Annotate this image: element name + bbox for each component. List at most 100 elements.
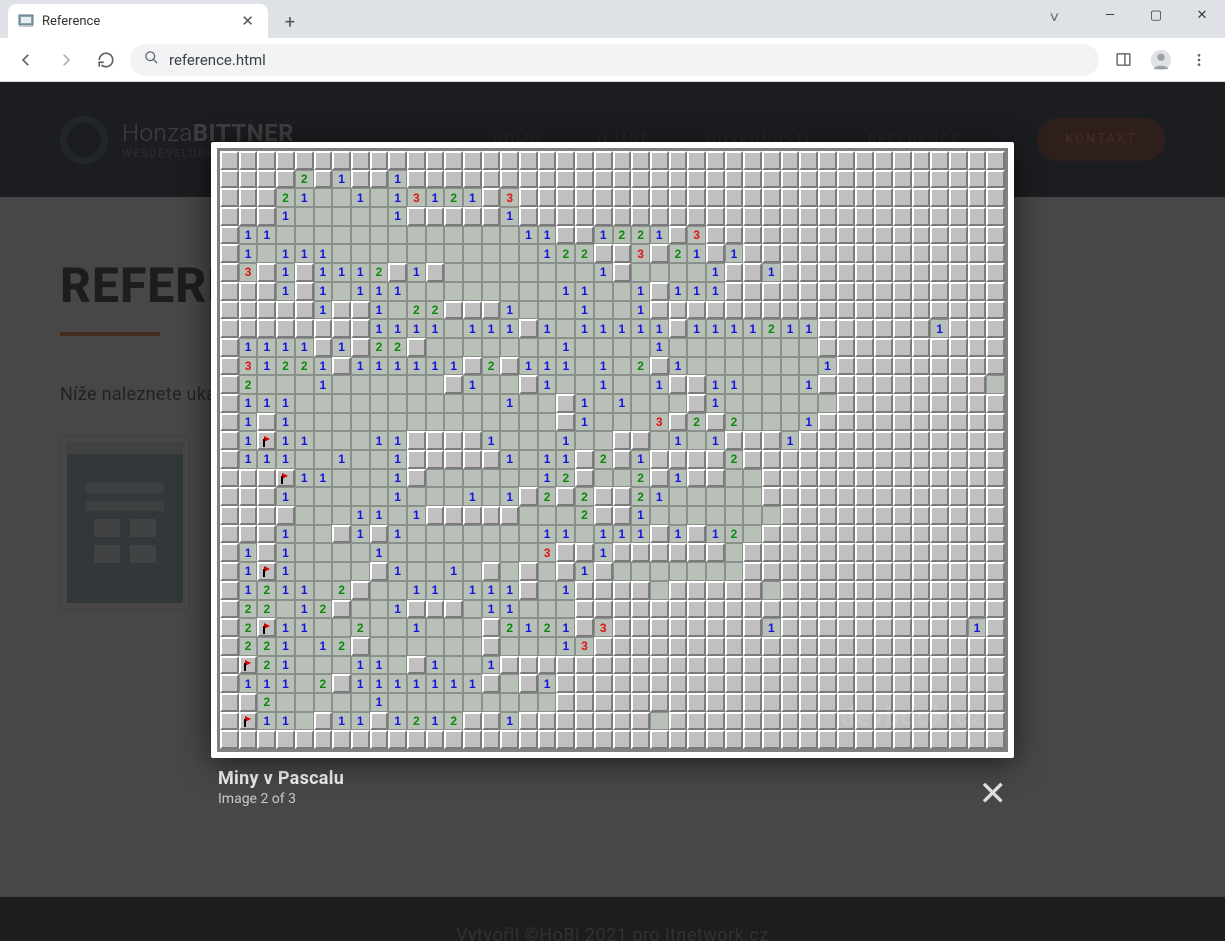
mine-cell [351,637,370,656]
mine-cell [781,450,800,469]
mine-cell: 1 [388,469,407,488]
mine-cell [968,170,987,189]
mine-cell [594,188,613,207]
mine-cell [799,188,818,207]
mine-cell [407,637,426,656]
tab-favicon-icon [18,13,34,29]
mine-cell [426,375,445,394]
mine-cell [220,562,239,581]
mine-cell [855,562,874,581]
mine-cell: 2 [426,301,445,320]
browser-tab[interactable]: Reference ✕ [8,4,268,38]
mine-cell [370,413,389,432]
mine-cell: 1 [370,282,389,301]
mine-cell: 2 [257,656,276,675]
mine-cell [837,618,856,637]
mine-cell [444,543,463,562]
mine-cell: 1 [351,674,370,693]
mine-cell [743,637,762,656]
mine-cell [556,170,575,189]
mine-cell: 2 [276,188,295,207]
mine-cell [855,170,874,189]
mine-cell [725,301,744,320]
mine-cell [762,170,781,189]
mine-cell [818,656,837,675]
mine-cell: 1 [332,450,351,469]
lightbox-overlay[interactable]: 2112111312131111111122131111122321131111… [0,82,1225,941]
mine-cell [855,656,874,675]
mine-cell [500,562,519,581]
mine-cell [444,581,463,600]
mine-cell [930,600,949,619]
mine-cell [855,618,874,637]
mine-cell [220,207,239,226]
reload-button[interactable] [90,44,122,76]
mine-cell [332,562,351,581]
mine-cell [669,487,688,506]
mine-cell [314,151,333,170]
mine-cell: 1 [556,282,575,301]
profile-icon[interactable] [1145,44,1177,76]
mine-cell [912,506,931,525]
panel-icon[interactable] [1107,44,1139,76]
mine-cell [799,431,818,450]
mine-cell [781,282,800,301]
mine-cell [332,226,351,245]
mine-cell [500,357,519,376]
tab-close-button[interactable]: ✕ [237,12,258,30]
mine-cell: 1 [650,226,669,245]
mine-cell [314,226,333,245]
mine-cell [912,618,931,637]
back-button[interactable] [10,44,42,76]
browser-window: Reference ✕ + ˅ — ▢ ✕ reference.html H [0,0,1225,941]
menu-icon[interactable] [1183,44,1215,76]
mine-cell [855,282,874,301]
mine-cell: 1 [669,525,688,544]
mine-cell [968,151,987,170]
mine-cell [912,207,931,226]
mine-cell [463,226,482,245]
mine-cell [706,674,725,693]
mine-cell [631,543,650,562]
mine-cell: 1 [556,581,575,600]
mine-cell: 1 [575,301,594,320]
close-window-button[interactable]: ✕ [1179,0,1225,30]
mine-cell [444,375,463,394]
forward-button[interactable] [50,44,82,76]
lightbox-close-button[interactable]: ✕ [979,774,1008,814]
tabs-dropdown-icon[interactable]: ˅ [1050,8,1059,28]
mine-cell [949,543,968,562]
mine-cell [874,543,893,562]
mine-cell [762,375,781,394]
mine-cell [444,394,463,413]
mine-cell [332,375,351,394]
mine-cell [855,357,874,376]
mine-cell [556,226,575,245]
mine-cell [725,394,744,413]
address-bar[interactable]: reference.html [130,44,1099,76]
mine-cell [239,469,258,488]
mine-cell [949,581,968,600]
mine-cell [519,394,538,413]
mine-cell [874,730,893,749]
mine-cell: 1 [351,712,370,731]
mine-cell [855,319,874,338]
mine-cell [893,487,912,506]
mine-cell [276,226,295,245]
new-tab-button[interactable]: + [276,8,304,36]
mine-cell [257,207,276,226]
minimize-button[interactable]: — [1087,0,1133,30]
mine-cell [220,394,239,413]
mine-cell [930,730,949,749]
mine-cell: 1 [500,450,519,469]
mine-cell [706,562,725,581]
mine-cell [986,562,1005,581]
mine-cell [332,319,351,338]
maximize-button[interactable]: ▢ [1133,0,1179,30]
mine-cell [556,543,575,562]
mine-cell [968,469,987,488]
mine-cell: 1 [388,357,407,376]
mine-cell [762,562,781,581]
mine-cell [781,188,800,207]
mine-cell [314,656,333,675]
